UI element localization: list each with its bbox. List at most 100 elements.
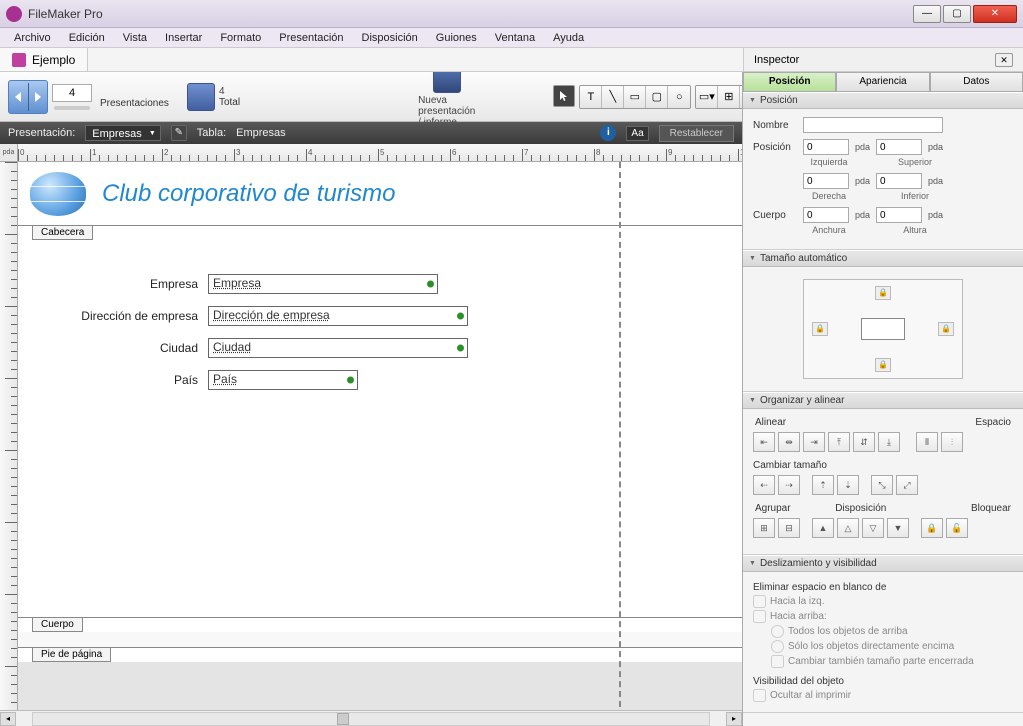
section-header-posicion[interactable]: Posición xyxy=(743,92,1023,109)
field-pais[interactable]: País xyxy=(208,370,358,390)
distribute-v-button[interactable]: ⫶ xyxy=(941,432,963,452)
close-button[interactable]: ✕ xyxy=(973,5,1017,23)
field-label[interactable]: Ciudad xyxy=(18,341,208,355)
cuerpo-tab[interactable]: Cuerpo xyxy=(32,617,83,632)
align-center-v-button[interactable]: ⇵ xyxy=(853,432,875,452)
pointer-tool[interactable] xyxy=(553,85,575,107)
menu-insertar[interactable]: Insertar xyxy=(157,30,210,46)
section-header-desliz[interactable]: Deslizamiento y visibilidad xyxy=(743,555,1023,572)
anchura-input[interactable] xyxy=(803,207,849,223)
menu-archivo[interactable]: Archivo xyxy=(6,30,59,46)
oval-tool[interactable]: ○ xyxy=(668,86,690,108)
inferior-input[interactable] xyxy=(876,173,922,189)
align-top-button[interactable]: ⤒ xyxy=(828,432,850,452)
info-icon[interactable]: i xyxy=(600,125,616,141)
inspector-tab-posicion[interactable]: Posición xyxy=(743,72,836,91)
resize-max-h-button[interactable]: ⇣ xyxy=(837,475,859,495)
part-tool[interactable]: ⊞ xyxy=(718,86,740,108)
rect-tool[interactable]: ▭ xyxy=(624,86,646,108)
menu-ventana[interactable]: Ventana xyxy=(487,30,543,46)
menu-guiones[interactable]: Guiones xyxy=(428,30,485,46)
field-direccion[interactable]: Dirección de empresa xyxy=(208,306,468,326)
inspector-close-button[interactable]: ✕ xyxy=(995,53,1013,67)
edit-layout-button[interactable]: ✎ xyxy=(171,125,187,141)
bring-forward-button[interactable]: △ xyxy=(837,518,859,538)
restore-button[interactable]: Restablecer xyxy=(659,125,734,142)
pie-tab[interactable]: Pie de página xyxy=(32,647,111,662)
menu-disposicion[interactable]: Disposición xyxy=(354,30,426,46)
resize-min-w-button[interactable]: ⇠ xyxy=(753,475,775,495)
maximize-button[interactable]: ▢ xyxy=(943,5,971,23)
layout-part-header[interactable]: Club corporativo de turismo xyxy=(18,162,742,226)
text-format-button[interactable]: Aa xyxy=(626,126,648,141)
cabecera-tab[interactable]: Cabecera xyxy=(32,225,93,240)
resize-max-button[interactable]: ⤢ xyxy=(896,475,918,495)
section-header-autosize[interactable]: Tamaño automático xyxy=(743,250,1023,267)
bring-front-button[interactable]: ▲ xyxy=(812,518,834,538)
solo-objetos-radio[interactable] xyxy=(771,640,784,653)
layout-part-body[interactable]: Empresa Empresa Dirección de empresa Dir… xyxy=(18,240,742,618)
group-button[interactable]: ⊞ xyxy=(753,518,775,538)
align-center-h-button[interactable]: ⇹ xyxy=(778,432,800,452)
minimize-button[interactable]: — xyxy=(913,5,941,23)
cambiar-parte-checkbox[interactable] xyxy=(771,655,784,668)
record-navigator[interactable] xyxy=(8,80,48,114)
scroll-right-button[interactable]: ▸ xyxy=(726,712,742,726)
send-back-button[interactable]: ▼ xyxy=(887,518,909,538)
inspector-tab-datos[interactable]: Datos xyxy=(930,72,1023,91)
scroll-left-button[interactable]: ◂ xyxy=(0,712,16,726)
send-backward-button[interactable]: ▽ xyxy=(862,518,884,538)
resize-min-h-button[interactable]: ⇡ xyxy=(812,475,834,495)
anchor-right[interactable]: 🔒 xyxy=(938,322,954,336)
field-empresa[interactable]: Empresa xyxy=(208,274,438,294)
hacia-izq-checkbox[interactable] xyxy=(753,595,766,608)
layout-icon[interactable] xyxy=(187,83,215,111)
document-tab[interactable]: Ejemplo xyxy=(0,48,88,71)
resize-min-button[interactable]: ⤡ xyxy=(871,475,893,495)
field-label[interactable]: País xyxy=(18,373,208,387)
horizontal-scrollbar[interactable]: ◂ ▸ xyxy=(0,710,742,726)
ungroup-button[interactable]: ⊟ xyxy=(778,518,800,538)
lock-button[interactable]: 🔒 xyxy=(921,518,943,538)
canvas-body[interactable]: Club corporativo de turismo Cabecera Emp… xyxy=(18,162,742,710)
layout-number-input[interactable] xyxy=(52,84,92,102)
distribute-h-button[interactable]: ⫴ xyxy=(916,432,938,452)
resize-max-w-button[interactable]: ⇢ xyxy=(778,475,800,495)
align-right-button[interactable]: ⇥ xyxy=(803,432,825,452)
menu-formato[interactable]: Formato xyxy=(212,30,269,46)
menu-presentacion[interactable]: Presentación xyxy=(271,30,351,46)
anchor-bottom[interactable]: 🔒 xyxy=(875,358,891,372)
section-header-organizar[interactable]: Organizar y alinear xyxy=(743,392,1023,409)
layout-part-footer[interactable] xyxy=(18,632,742,648)
altura-input[interactable] xyxy=(876,207,922,223)
field-label[interactable]: Dirección de empresa xyxy=(18,309,208,323)
menu-vista[interactable]: Vista xyxy=(115,30,155,46)
text-tool[interactable]: T xyxy=(580,86,602,108)
align-left-button[interactable]: ⇤ xyxy=(753,432,775,452)
header-title-text[interactable]: Club corporativo de turismo xyxy=(102,180,395,208)
field-tool[interactable]: ▭▾ xyxy=(696,86,718,108)
izquierda-input[interactable] xyxy=(803,139,849,155)
presentacion-dropdown[interactable]: Empresas xyxy=(85,125,161,141)
rounded-rect-tool[interactable]: ▢ xyxy=(646,86,668,108)
derecha-input[interactable] xyxy=(803,173,849,189)
scroll-thumb[interactable] xyxy=(337,713,349,725)
hacia-arriba-checkbox[interactable] xyxy=(753,610,766,623)
align-bottom-button[interactable]: ⤓ xyxy=(878,432,900,452)
line-tool[interactable]: ╲ xyxy=(602,86,624,108)
ocultar-imprimir-checkbox[interactable] xyxy=(753,689,766,702)
unlock-button[interactable]: 🔓 xyxy=(946,518,968,538)
todos-objetos-radio[interactable] xyxy=(771,625,784,638)
menu-ayuda[interactable]: Ayuda xyxy=(545,30,592,46)
record-slider[interactable] xyxy=(54,106,90,110)
field-label[interactable]: Empresa xyxy=(18,277,208,291)
anchor-top[interactable]: 🔒 xyxy=(875,286,891,300)
inspector-tab-apariencia[interactable]: Apariencia xyxy=(836,72,929,91)
superior-input[interactable] xyxy=(876,139,922,155)
anchor-left[interactable]: 🔒 xyxy=(812,322,828,336)
nombre-input[interactable] xyxy=(803,117,943,133)
menu-edicion[interactable]: Edición xyxy=(61,30,113,46)
new-layout-button[interactable] xyxy=(433,72,461,93)
field-ciudad[interactable]: Ciudad xyxy=(208,338,468,358)
scroll-track[interactable] xyxy=(32,712,710,726)
